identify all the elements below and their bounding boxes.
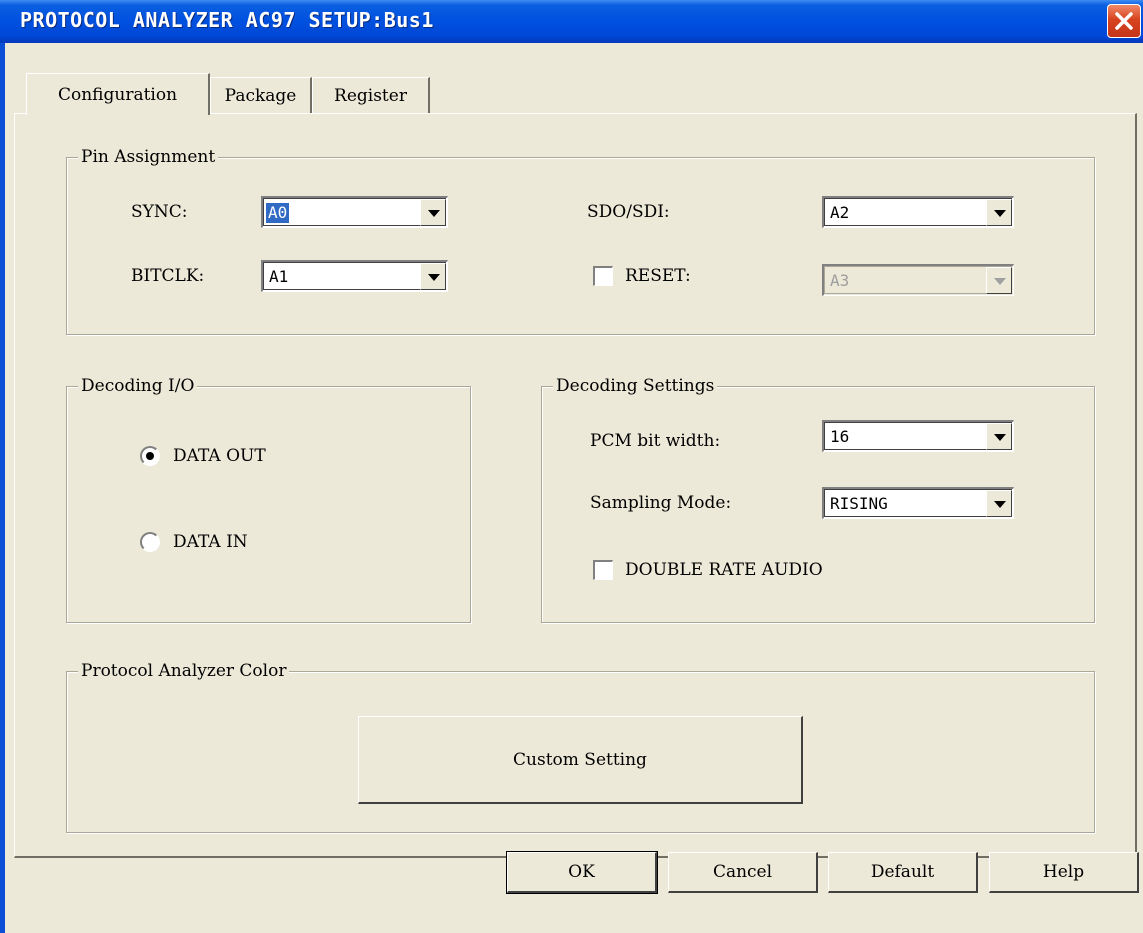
custom-setting-label: Custom Setting [513,749,647,770]
tab-configuration[interactable]: Configuration [26,73,210,115]
chevron-down-icon[interactable] [986,423,1012,450]
color-group-title: Protocol Analyzer Color [78,661,290,681]
help-label: Help [1042,862,1085,882]
sampling-mode-label: Sampling Mode: [590,493,732,513]
dialog-window: PROTOCOL ANALYZER AC97 SETUP:Bus1 Config… [0,0,1143,933]
sampling-mode-value: RISING [830,494,888,513]
double-rate-checkbox[interactable] [593,560,613,580]
pin-assignment-group [66,157,1095,335]
chevron-down-icon[interactable] [420,199,446,226]
ok-label: OK [568,862,595,882]
chevron-down-icon [986,267,1012,294]
tab-package-label: Package [224,85,297,106]
bitclk-select[interactable]: A1 [261,260,448,292]
cancel-button[interactable]: Cancel [668,852,818,893]
close-button[interactable] [1107,4,1141,38]
chevron-down-icon[interactable] [420,263,446,290]
data-out-radio[interactable] [140,446,160,466]
sdo-sdi-value: A2 [830,203,850,222]
sync-label: SYNC: [131,202,188,222]
reset-value: A3 [830,271,850,290]
tab-configuration-label: Configuration [57,84,178,105]
tab-package[interactable]: Package [210,77,312,113]
default-button[interactable]: Default [828,852,978,893]
reset-checkbox[interactable] [593,266,613,286]
help-button[interactable]: Help [989,852,1139,893]
cancel-label: Cancel [712,862,773,882]
tab-register-label: Register [334,85,407,106]
data-in-radio[interactable] [140,532,160,552]
ok-button[interactable]: OK [506,851,658,894]
pin-assignment-title: Pin Assignment [78,147,219,167]
sampling-mode-select[interactable]: RISING [822,487,1014,519]
pcm-bit-width-select[interactable]: 16 [822,420,1014,452]
tab-register[interactable]: Register [312,77,430,113]
sdo-sdi-select[interactable]: A2 [822,196,1014,228]
reset-label: RESET: [625,266,691,286]
reset-select: A3 [822,264,1014,296]
sync-value: A0 [266,203,290,223]
window-frame [0,43,5,933]
title-bar[interactable]: PROTOCOL ANALYZER AC97 SETUP:Bus1 [0,0,1143,43]
custom-setting-button[interactable]: Custom Setting [358,716,803,804]
pcm-bit-width-value: 16 [830,427,850,446]
radio-selected-dot [146,452,154,460]
double-rate-label[interactable]: DOUBLE RATE AUDIO [625,559,823,581]
decoding-settings-title: Decoding Settings [553,376,718,396]
data-in-label[interactable]: DATA IN [173,531,248,553]
decoding-io-title: Decoding I/O [78,376,198,396]
decoding-io-group [66,386,471,623]
pcm-bit-width-label: PCM bit width: [590,431,721,451]
data-out-label[interactable]: DATA OUT [173,445,266,467]
sync-select[interactable]: A0 [261,196,448,228]
bitclk-label: BITCLK: [131,266,205,286]
bitclk-value: A1 [269,267,289,286]
chevron-down-icon[interactable] [986,490,1012,517]
default-label: Default [870,862,935,882]
sdo-sdi-label: SDO/SDI: [587,202,670,222]
window-title: PROTOCOL ANALYZER AC97 SETUP:Bus1 [20,8,434,32]
chevron-down-icon[interactable] [986,199,1012,226]
